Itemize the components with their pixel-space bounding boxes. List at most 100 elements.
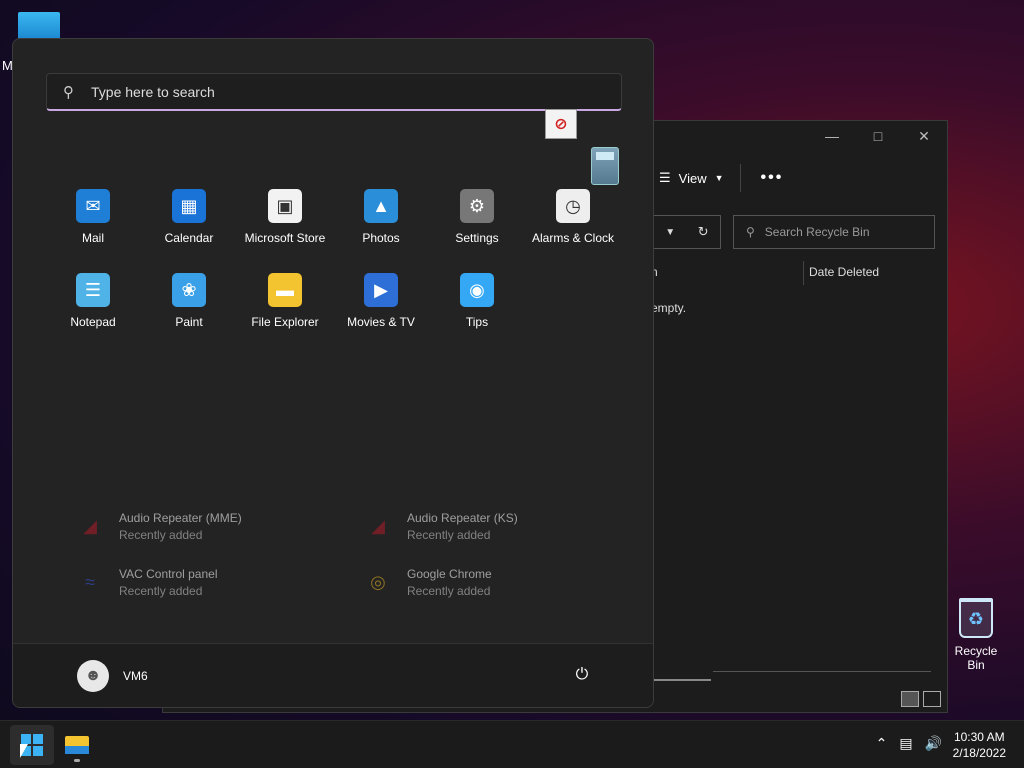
recycle-bin-desktop-icon[interactable]: ♻ Recycle Bin xyxy=(946,598,1006,672)
pinned-app-label: Alarms & Clock xyxy=(531,231,614,245)
running-indicator xyxy=(74,759,80,762)
notepad-icon: ☰ xyxy=(76,273,110,307)
recommended-item[interactable]: ◎ Google Chrome Recently added xyxy=(361,565,633,599)
start-button[interactable] xyxy=(10,725,54,765)
explorer-search-box[interactable]: ⚲ Search Recycle Bin xyxy=(733,215,935,249)
close-button[interactable]: ✕ xyxy=(901,121,947,151)
lightbulb-icon: ◉ xyxy=(460,273,494,307)
empty-folder-message: empty. xyxy=(651,301,687,315)
start-menu: ⚲ ⊘ ✉ Mail ▦ Calendar ▣ Microsoft Store ▲ Photo… xyxy=(12,38,654,708)
pinned-app-label: Notepad xyxy=(70,315,116,329)
system-tray: ⌃ ▤ 🔊 xyxy=(876,735,942,752)
recommended-item[interactable]: ◢ Audio Repeater (MME) Recently added xyxy=(73,509,361,543)
avatar: ☻ xyxy=(77,660,109,692)
pinned-app-microsoft-store[interactable]: ▣ Microsoft Store xyxy=(237,189,333,251)
power-icon: ⏻ xyxy=(575,666,589,683)
user-account-button[interactable]: ☻ VM6 xyxy=(77,660,148,692)
column-header-date-deleted[interactable]: Date Deleted xyxy=(809,265,879,279)
recommended-name: VAC Control panel xyxy=(119,566,218,581)
explorer-search-placeholder: Search Recycle Bin xyxy=(764,225,870,239)
pinned-app-label: Movies & TV xyxy=(347,315,415,329)
view-button[interactable]: ☰ View ▼ xyxy=(653,170,730,186)
audio-repeater-icon: ◢ xyxy=(371,515,385,536)
desktop-shortcut-icon[interactable] xyxy=(18,12,60,40)
taskbar-clock[interactable]: 10:30 AM 2/18/2022 xyxy=(953,729,1006,761)
pinned-app-label: Photos xyxy=(362,231,400,245)
start-menu-footer: ☻ VM6 ⏻ xyxy=(13,643,653,707)
audio-repeater-icon: ◢ xyxy=(83,515,97,536)
movies-icon: ▶ xyxy=(364,273,398,307)
folder-icon: ▬ xyxy=(268,273,302,307)
chrome-icon: ◎ xyxy=(370,571,386,592)
folder-icon xyxy=(65,736,89,754)
horizontal-scrollbar[interactable] xyxy=(653,679,711,681)
pinned-app-settings[interactable]: ⚙ Settings xyxy=(429,189,525,251)
gear-icon: ⚙ xyxy=(460,189,494,223)
taskbar: ⌃ ▤ 🔊 10:30 AM 2/18/2022 xyxy=(0,720,1024,768)
view-label: View xyxy=(678,170,707,186)
recommended-list: ◢ Audio Repeater (MME) Recently added ◢ Audi… xyxy=(73,509,633,599)
pinned-app-label: Mail xyxy=(81,231,104,245)
pinned-app-calendar[interactable]: ▦ Calendar xyxy=(141,189,237,251)
recommended-name: Audio Repeater (MME) xyxy=(119,510,242,525)
refresh-icon[interactable]: ↻ xyxy=(698,224,709,240)
start-search-box[interactable]: ⚲ xyxy=(46,73,622,111)
mail-icon: ✉ xyxy=(76,189,110,223)
pinned-app-mail[interactable]: ✉ Mail xyxy=(45,189,141,251)
start-search-input[interactable] xyxy=(91,83,571,100)
details-view-button[interactable] xyxy=(901,691,919,707)
explorer-toolbar: ☰ View ▼ ••• xyxy=(653,163,793,193)
search-icon: ⚲ xyxy=(63,83,74,101)
vac-icon: ≈ xyxy=(85,571,95,592)
calculator-icon[interactable] xyxy=(591,147,619,185)
pinned-app-paint[interactable]: ❀ Paint xyxy=(141,273,237,335)
recommended-text: Google Chrome Recently added xyxy=(407,567,492,598)
view-toggle-group xyxy=(901,691,941,707)
pinned-app-label: Tips xyxy=(465,315,489,329)
recommended-name: Audio Repeater (KS) xyxy=(407,510,518,525)
address-bar-controls: ▼ ↻ xyxy=(653,215,721,249)
minimize-button[interactable]: — xyxy=(809,121,855,151)
user-name: VM6 xyxy=(123,669,148,683)
recommended-text: VAC Control panel Recently added xyxy=(119,567,218,598)
pinned-app-file-explorer[interactable]: ▬ File Explorer xyxy=(237,273,333,335)
more-options-button[interactable]: ••• xyxy=(751,169,794,187)
pinned-app-notepad[interactable]: ☰ Notepad xyxy=(45,273,141,335)
recycle-bin-label: Recycle Bin xyxy=(954,644,998,672)
pinned-app-label: Settings xyxy=(455,231,499,245)
recommended-text: Audio Repeater (KS) Recently added xyxy=(407,511,518,542)
pinned-app-label: Paint xyxy=(175,315,203,329)
mouse-cursor xyxy=(20,744,28,758)
maximize-button[interactable]: □ xyxy=(855,121,901,151)
pinned-apps-grid: ✉ Mail ▦ Calendar ▣ Microsoft Store ▲ Photos ⚙ Se… xyxy=(45,189,621,335)
tiles-view-button[interactable] xyxy=(923,691,941,707)
chevron-up-icon[interactable]: ⌃ xyxy=(876,735,888,752)
pinned-app-label: File Explorer xyxy=(251,315,319,329)
taskbar-file-explorer[interactable] xyxy=(58,725,96,765)
horizontal-scroll-track xyxy=(713,671,931,672)
recommended-item[interactable]: ◢ Audio Repeater (KS) Recently added xyxy=(361,509,633,543)
no-entry-icon: ⊘ xyxy=(545,109,577,139)
recommended-subtitle: Recently added xyxy=(119,583,203,598)
pinned-app-movies-tv[interactable]: ▶ Movies & TV xyxy=(333,273,429,335)
column-separator[interactable] xyxy=(803,261,804,285)
network-icon[interactable]: ▤ xyxy=(899,735,912,752)
recommended-subtitle: Recently added xyxy=(407,527,491,542)
pinned-app-alarms-clock[interactable]: ◷ Alarms & Clock xyxy=(525,189,621,251)
pinned-app-tips[interactable]: ◉ Tips xyxy=(429,273,525,335)
recommended-name: Google Chrome xyxy=(407,566,492,581)
pinned-app-label: Calendar xyxy=(164,231,214,245)
chevron-down-icon: ▼ xyxy=(714,173,724,183)
pinned-app-label: Microsoft Store xyxy=(244,231,326,245)
photos-icon: ▲ xyxy=(364,189,398,223)
recommended-subtitle: Recently added xyxy=(119,527,203,542)
view-list-icon: ☰ xyxy=(659,170,671,185)
store-icon: ▣ xyxy=(268,189,302,223)
recommended-item[interactable]: ≈ VAC Control panel Recently added xyxy=(73,565,361,599)
power-button[interactable]: ⏻ xyxy=(571,664,593,686)
volume-icon[interactable]: 🔊 xyxy=(925,735,942,752)
paint-icon: ❀ xyxy=(172,273,206,307)
toolbar-separator xyxy=(739,164,741,192)
history-dropdown-icon[interactable]: ▼ xyxy=(665,227,675,238)
pinned-app-photos[interactable]: ▲ Photos xyxy=(333,189,429,251)
